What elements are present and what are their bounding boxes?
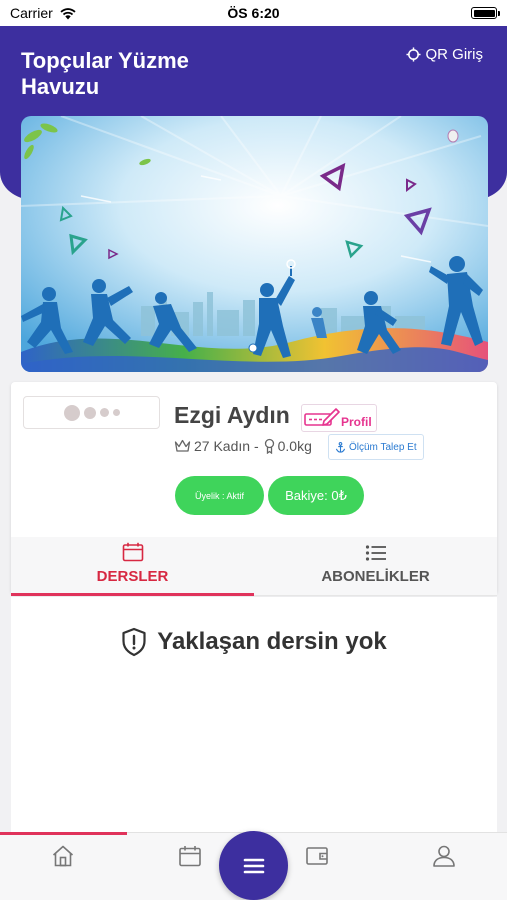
nav-home[interactable] bbox=[50, 843, 76, 869]
banner-image bbox=[21, 116, 488, 372]
anchor-icon bbox=[335, 441, 346, 453]
empty-state: Yaklaşan dersin yok bbox=[11, 627, 497, 657]
nav-calendar[interactable] bbox=[177, 843, 203, 869]
lessons-panel: Yaklaşan dersin yok bbox=[11, 597, 497, 833]
menu-fab-button[interactable] bbox=[219, 831, 288, 900]
profile-link-label: Profil bbox=[341, 415, 372, 429]
tab-abonelikler-label: ABONELİKLER bbox=[321, 568, 430, 585]
status-left: Carrier bbox=[10, 5, 77, 21]
empty-state-message: Yaklaşan dersin yok bbox=[157, 628, 387, 655]
user-name: Ezgi Aydın bbox=[174, 402, 290, 428]
edit-icon bbox=[304, 408, 340, 426]
avatar-loading-dot bbox=[99, 408, 109, 417]
home-icon bbox=[52, 845, 74, 867]
tab-bar: DERSLER ABONELİKLER bbox=[11, 537, 497, 596]
wifi-icon bbox=[60, 7, 76, 19]
membership-status-badge[interactable]: Üyelik : Aktif bbox=[175, 476, 264, 515]
age-gender: 27 Kadın - bbox=[194, 438, 259, 454]
qr-login-button[interactable]: QR Giriş bbox=[405, 46, 484, 63]
tab-dersler[interactable]: DERSLER bbox=[11, 537, 254, 596]
weight: 0.0kg bbox=[277, 438, 312, 454]
balance-badge[interactable]: Bakiye: 0₺ bbox=[268, 476, 364, 515]
wallet-icon bbox=[306, 847, 328, 865]
crown-icon bbox=[174, 439, 191, 452]
tab-abonelikler[interactable]: ABONELİKLER bbox=[254, 537, 497, 595]
battery-icon bbox=[471, 7, 500, 19]
status-bar: Carrier ÖS 6:20 bbox=[0, 0, 507, 26]
medal-icon bbox=[264, 438, 274, 454]
calendar-icon bbox=[179, 846, 201, 867]
menu-icon bbox=[243, 858, 264, 873]
user-icon bbox=[433, 845, 455, 867]
crosshair-icon bbox=[405, 47, 421, 62]
measurement-request-label: Ölçüm Talep Et bbox=[349, 441, 417, 453]
avatar[interactable] bbox=[23, 396, 160, 429]
nav-wallet[interactable] bbox=[304, 843, 330, 869]
nav-active-indicator bbox=[0, 832, 127, 835]
profile-link-button[interactable]: Profil bbox=[301, 404, 377, 432]
measurement-request-button[interactable]: Ölçüm Talep Et bbox=[328, 434, 424, 460]
avatar-loading-dot bbox=[63, 404, 80, 421]
qr-login-label: QR Giriş bbox=[425, 46, 484, 63]
tab-dersler-label: DERSLER bbox=[96, 568, 169, 585]
avatar-loading-dot bbox=[112, 409, 120, 416]
battery-fill bbox=[473, 9, 495, 17]
shield-alert-icon bbox=[122, 627, 146, 657]
nav-profile[interactable] bbox=[431, 843, 457, 869]
user-meta: 27 Kadın - 0.0kg bbox=[174, 438, 312, 454]
app-title: Topçular Yüzme Havuzu bbox=[21, 48, 189, 99]
list-icon bbox=[365, 545, 386, 561]
carrier-label: Carrier bbox=[10, 5, 53, 21]
calendar-icon bbox=[122, 542, 143, 562]
avatar-loading-dot bbox=[83, 406, 96, 419]
